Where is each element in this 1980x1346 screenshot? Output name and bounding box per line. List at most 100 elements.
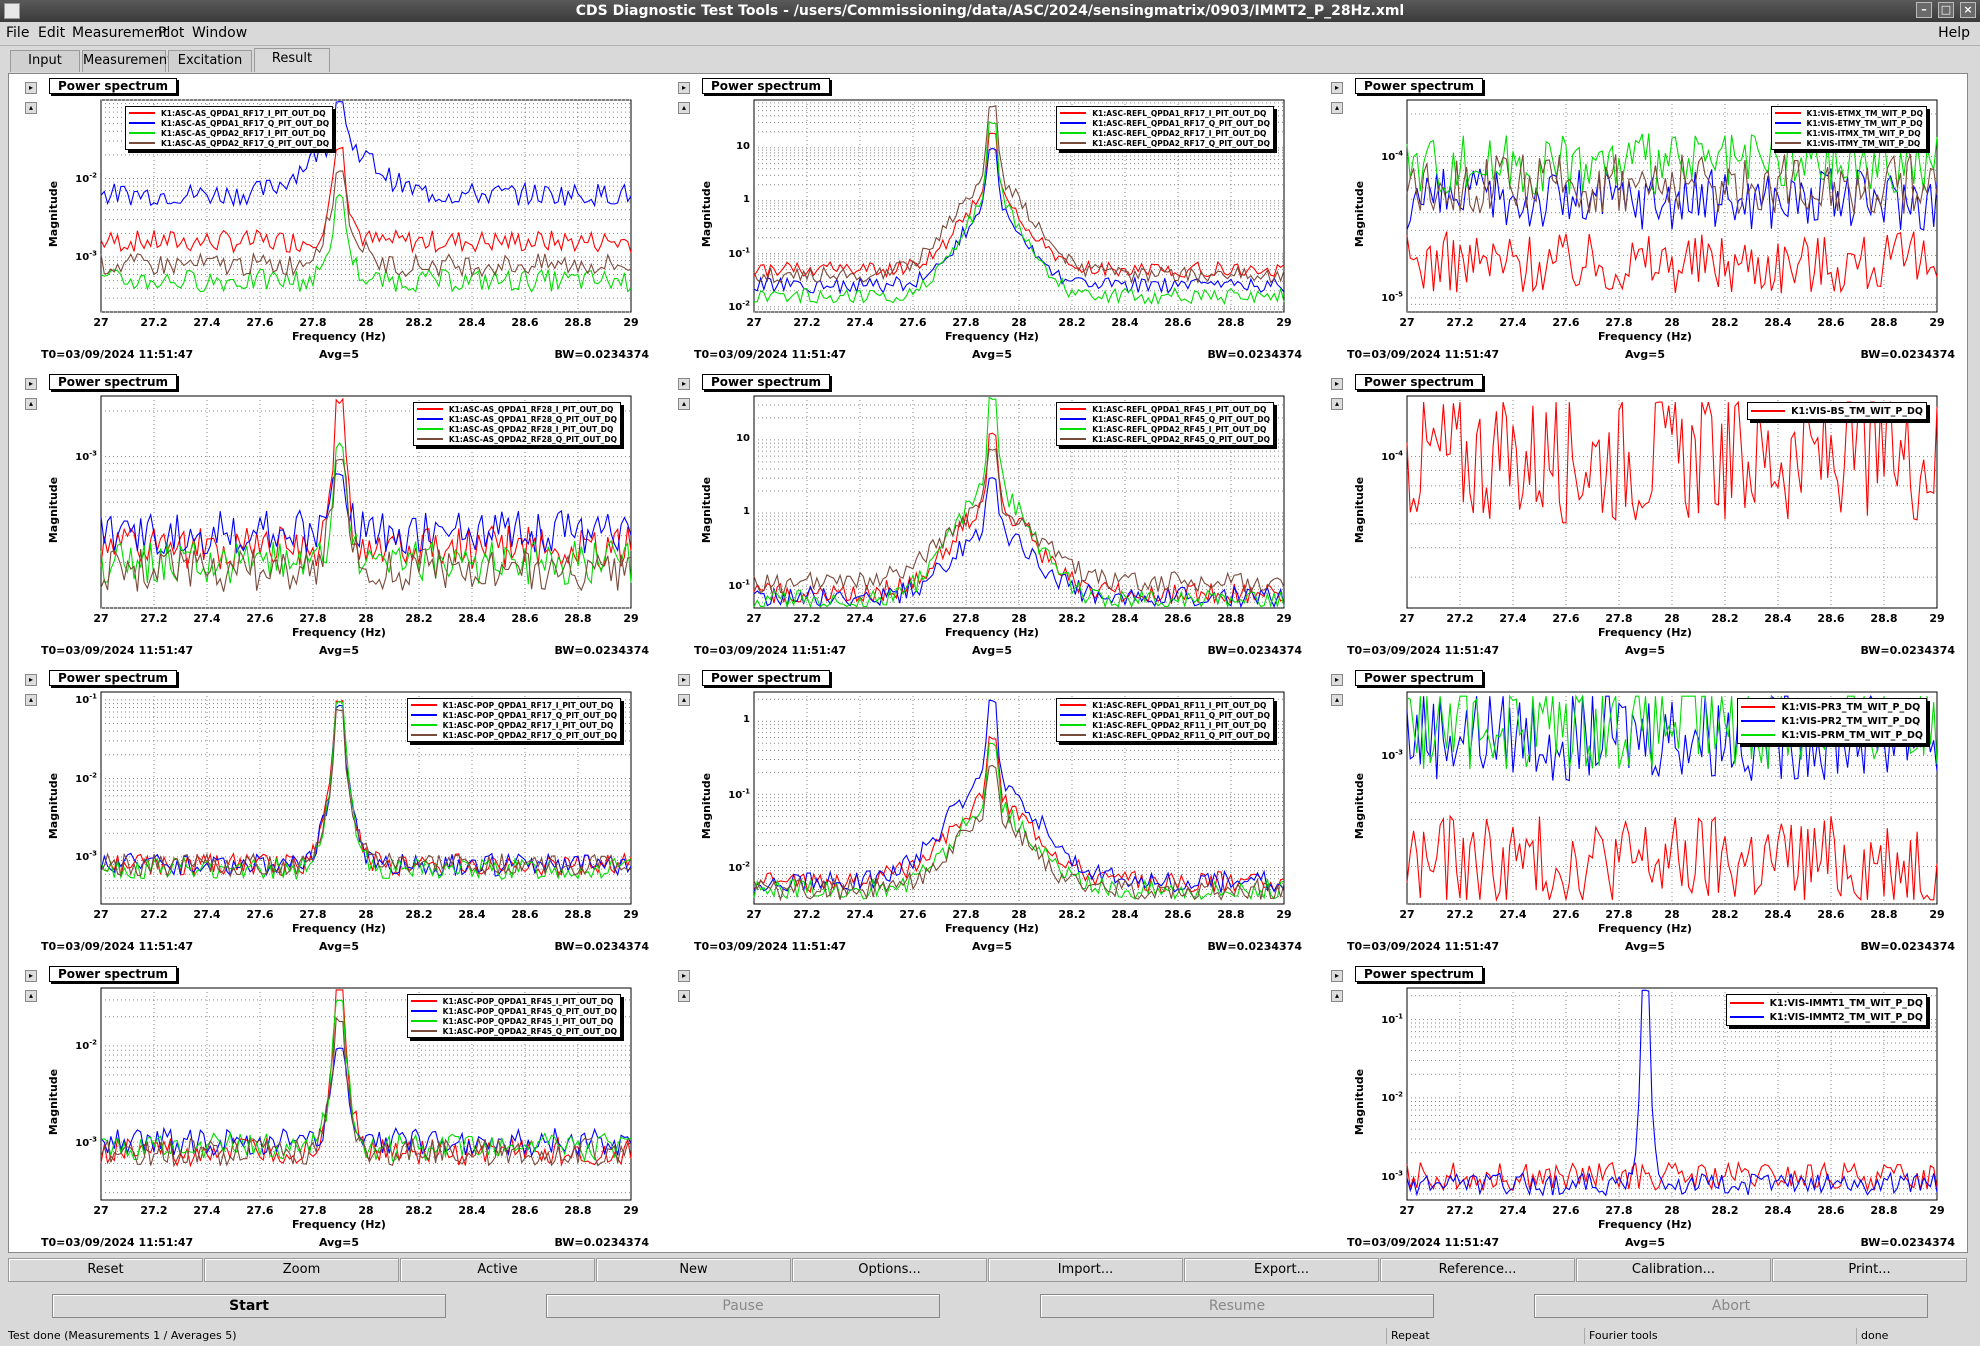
close-icon[interactable]: × — [1960, 2, 1976, 18]
plot-panel-6[interactable]: ▸ ▴ Power spectrum Magnitude 10-4 27 27.2 27.4 2… — [1325, 370, 1965, 660]
x-tick-label: 29 — [1276, 908, 1292, 921]
plot-panel-5[interactable]: ▸ ▴ Power spectrum Magnitude 10 1 10-1 27 27.2 27… — [672, 370, 1312, 660]
plot-panel-10[interactable]: ▸ ▴ Power spectrum Magnitude 10-2 10-3 27 27.2 2… — [19, 962, 659, 1252]
x-tick-label: 27 — [93, 1204, 109, 1217]
x-tick-label: 28.4 — [1111, 612, 1139, 625]
plot-panel-7[interactable]: ▸ ▴ Power spectrum Magnitude 10-1 10-2 10-3 27 2… — [19, 666, 659, 956]
avg-label: Avg=5 — [972, 644, 1013, 657]
plot-panel-1[interactable]: ▸ ▴ Power spectrum Magnitude 10-2 10-3 27 27.2 2… — [19, 74, 659, 364]
plot-legend[interactable]: K1:ASC-POP_QPDA1_RF17_I_PIT_OUT_DQ K1:ASC… — [406, 698, 621, 742]
start-button[interactable]: Start — [52, 1294, 446, 1318]
collapse-icon[interactable]: ▴ — [678, 990, 690, 1002]
legend-swatch — [129, 132, 155, 134]
x-tick-label: 29 — [623, 908, 639, 921]
x-tick-label: 27.2 — [1446, 908, 1474, 921]
legend-swatch — [416, 438, 443, 440]
plot-legend[interactable]: K1:VIS-IMMT1_TM_WIT_P_DQ K1:VIS-IMMT2_TM_… — [1725, 994, 1927, 1026]
legend-label: K1:ASC-POP_QPDA2_RF17_I_PIT_OUT_DQ — [442, 720, 614, 730]
tab-input[interactable]: Input — [10, 50, 80, 72]
x-axis-label: Frequency (Hz) — [1598, 1218, 1692, 1231]
status-state: done — [1856, 1328, 1888, 1344]
legend-item: K1:ASC-AS_QPDA1_RF17_Q_PIT_OUT_DQ — [129, 118, 329, 128]
plot-legend[interactable]: K1:ASC-REFL_QPDA1_RF11_I_PIT_OUT_DQ K1:AS… — [1056, 698, 1274, 742]
import-button[interactable]: Import... — [988, 1258, 1183, 1282]
plot-panel-3[interactable]: ▸ ▴ Power spectrum Magnitude 10-4 10-5 27 27.2 2… — [1325, 74, 1965, 364]
minimize-icon[interactable]: – — [1916, 2, 1932, 18]
menu-file[interactable]: File — [6, 25, 29, 41]
y-tick-label: 10-1 — [728, 579, 750, 593]
legend-item: K1:ASC-REFL_QPDA1_RF45_Q_PIT_OUT_DQ — [1060, 414, 1270, 424]
plot-legend[interactable]: K1:ASC-AS_QPDA1_RF17_I_PIT_OUT_DQ K1:ASC-… — [125, 106, 334, 150]
x-tick-label: 27 — [1399, 1204, 1415, 1217]
reset-button[interactable]: Reset — [8, 1258, 203, 1282]
plot-legend[interactable]: K1:ASC-REFL_QPDA1_RF17_I_PIT_OUT_DQ K1:AS… — [1056, 106, 1274, 150]
bandwidth-label: BW=0.0234374 — [554, 348, 649, 361]
plot-panel-2[interactable]: ▸ ▴ Power spectrum Magnitude 10 1 10-1 10-2 27 27… — [672, 74, 1312, 364]
menu-edit[interactable]: Edit — [38, 25, 65, 41]
x-tick-label: 27.8 — [299, 908, 327, 921]
new-button[interactable]: New — [596, 1258, 791, 1282]
legend-item: K1:VIS-ITMX_TM_WIT_P_DQ — [1774, 128, 1923, 138]
x-tick-label: 27.2 — [140, 316, 168, 329]
plot-legend[interactable]: K1:ASC-REFL_QPDA1_RF45_I_PIT_OUT_DQ K1:AS… — [1056, 402, 1274, 446]
menu-measurement[interactable]: Measurement — [72, 25, 168, 41]
menu-window[interactable]: Window — [192, 25, 247, 41]
tab-excitation[interactable]: Excitation — [168, 50, 252, 72]
legend-swatch — [410, 1020, 437, 1022]
plot-panel-9[interactable]: ▸ ▴ Power spectrum Magnitude 10-3 27 27.2 27.4 2… — [1325, 666, 1965, 956]
plot-legend[interactable]: K1:VIS-PR3_TM_WIT_P_DQ K1:VIS-PR2_TM_WIT_… — [1737, 698, 1927, 744]
options-button[interactable]: Options... — [792, 1258, 987, 1282]
print-button[interactable]: Print... — [1772, 1258, 1967, 1282]
legend-item: K1:ASC-AS_QPDA2_RF28_Q_PIT_OUT_DQ — [416, 434, 617, 444]
legend-label: K1:ASC-REFL_QPDA1_RF17_Q_PIT_OUT_DQ — [1092, 118, 1270, 128]
resume-button[interactable]: Resume — [1040, 1294, 1434, 1318]
legend-swatch — [1060, 112, 1087, 114]
menu-help[interactable]: Help — [1938, 25, 1970, 41]
legend-label: K1:ASC-AS_QPDA1_RF17_I_PIT_OUT_DQ — [161, 108, 326, 118]
x-tick-label: 27 — [746, 908, 762, 921]
maximize-icon[interactable]: □ — [1938, 2, 1954, 18]
x-tick-label: 27 — [1399, 908, 1415, 921]
zoom-button[interactable]: Zoom — [204, 1258, 399, 1282]
x-tick-label: 27.8 — [299, 316, 327, 329]
legend-label: K1:ASC-REFL_QPDA1_RF45_I_PIT_OUT_DQ — [1092, 404, 1267, 414]
reference-button[interactable]: Reference... — [1380, 1258, 1575, 1282]
tab-measurement[interactable]: Measurement — [82, 50, 172, 72]
pause-button[interactable]: Pause — [546, 1294, 940, 1318]
plot-legend[interactable]: K1:VIS-BS_TM_WIT_P_DQ — [1747, 402, 1927, 420]
plot-legend[interactable]: K1:VIS-ETMX_TM_WIT_P_DQ K1:VIS-ETMY_TM_WI… — [1770, 106, 1927, 150]
x-tick-label: 27.8 — [1605, 908, 1633, 921]
bandwidth-label: BW=0.0234374 — [1207, 644, 1302, 657]
calibration-button[interactable]: Calibration... — [1576, 1258, 1771, 1282]
x-tick-label: 27 — [1399, 612, 1415, 625]
x-tick-label: 27.6 — [899, 316, 927, 329]
export-button[interactable]: Export... — [1184, 1258, 1379, 1282]
legend-label: K1:ASC-REFL_QPDA1_RF17_I_PIT_OUT_DQ — [1092, 108, 1267, 118]
x-axis-label: Frequency (Hz) — [292, 330, 386, 343]
x-tick-label: 29 — [1929, 316, 1945, 329]
legend-swatch — [410, 1000, 437, 1002]
plot-legend[interactable]: K1:ASC-AS_QPDA1_RF28_I_PIT_OUT_DQ K1:ASC-… — [412, 402, 621, 446]
plot-legend[interactable]: K1:ASC-POP_QPDA1_RF45_I_PIT_OUT_DQ K1:ASC… — [406, 994, 621, 1038]
legend-label: K1:VIS-PR2_TM_WIT_P_DQ — [1781, 715, 1921, 727]
legend-label: K1:ASC-AS_QPDA2_RF17_I_PIT_OUT_DQ — [161, 128, 326, 138]
plot-panel-8[interactable]: ▸ ▴ Power spectrum Magnitude 1 10-1 10-2 27 27.2… — [672, 666, 1312, 956]
legend-swatch — [1060, 438, 1087, 440]
abort-button[interactable]: Abort — [1534, 1294, 1928, 1318]
x-tick-label: 28.8 — [1870, 1204, 1898, 1217]
legend-label: K1:VIS-ETMX_TM_WIT_P_DQ — [1806, 108, 1923, 118]
expand-icon[interactable]: ▸ — [678, 970, 690, 982]
menu-plot[interactable]: Plot — [158, 25, 184, 41]
bandwidth-label: BW=0.0234374 — [1860, 1236, 1955, 1249]
spectrum-plot[interactable] — [19, 74, 659, 370]
y-tick-label: 1 — [743, 714, 750, 726]
x-tick-label: 28.6 — [1817, 1204, 1845, 1217]
x-tick-label: 27.8 — [952, 316, 980, 329]
x-tick-label: 27.6 — [1552, 1204, 1580, 1217]
x-tick-label: 29 — [1929, 1204, 1945, 1217]
legend-item: K1:VIS-PR3_TM_WIT_P_DQ — [1741, 700, 1923, 714]
plot-panel-12[interactable]: ▸ ▴ Power spectrum Magnitude 10-1 10-2 10-3 27 2… — [1325, 962, 1965, 1252]
tab-result[interactable]: Result — [254, 48, 330, 72]
active-button[interactable]: Active — [400, 1258, 595, 1282]
plot-panel-4[interactable]: ▸ ▴ Power spectrum Magnitude 10-3 27 27.2 27.4 2… — [19, 370, 659, 660]
